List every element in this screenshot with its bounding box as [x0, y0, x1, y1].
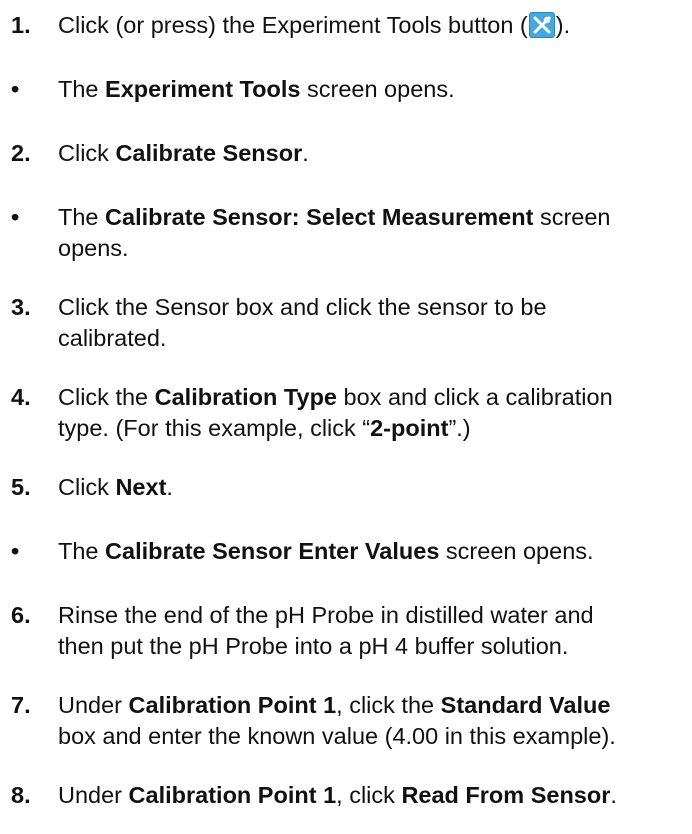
bullet: • — [11, 204, 20, 230]
step-number: 2. — [11, 140, 31, 166]
step-text-part: The — [58, 538, 106, 564]
control-name: Read From Sensor — [401, 782, 611, 808]
option-name: 2-point — [370, 415, 449, 441]
step-text-part: . — [610, 782, 617, 808]
step-text-part: Click the — [58, 384, 155, 410]
step-text-part: box and enter the known value (4.00 in t… — [58, 723, 616, 749]
screen-name: Experiment Tools — [105, 76, 301, 102]
step-text: Under Calibration Point 1, click the Sta… — [58, 690, 692, 752]
step-text: Click the Sensor box and click the senso… — [58, 292, 692, 354]
step-text-part: Click the Sensor box and click the senso… — [58, 294, 547, 320]
step-text-part: ”.) — [448, 415, 471, 441]
step-text-part: box and click a calibration — [337, 384, 613, 410]
screen-name: Calibrate Sensor: Select Measurement — [105, 204, 534, 230]
step-text-part: screen opens. — [300, 76, 455, 102]
step-text-part: Under — [58, 692, 129, 718]
step-number: 6. — [11, 602, 31, 628]
control-name: Calibrate Sensor — [115, 140, 303, 166]
step-text-part: . — [302, 140, 309, 166]
control-name: Next — [115, 474, 167, 500]
step-text-part: then put the pH Probe into a pH 4 buffer… — [58, 633, 569, 659]
step-text-part: ). — [555, 12, 571, 38]
step-text-part: Rinse the end of the pH Probe in distill… — [58, 602, 594, 628]
section-name: Calibration Point 1 — [128, 692, 337, 718]
step-text-part: calibrated. — [58, 325, 167, 351]
step-text: The Calibrate Sensor: Select Measurement… — [58, 202, 692, 264]
section-name: Calibration Point 1 — [128, 782, 337, 808]
step-text-part: , click the — [336, 692, 441, 718]
screen-name: Calibrate Sensor Enter Values — [105, 538, 440, 564]
bullet: • — [11, 76, 20, 102]
step-text: Click Calibrate Sensor. — [58, 138, 692, 169]
step-text-part: Click (or press) the Experiment Tools bu… — [58, 12, 528, 38]
step-text-part: The — [58, 204, 106, 230]
step-text-part: Click — [58, 474, 116, 500]
step-text-part: The — [58, 76, 106, 102]
step-number: 1. — [11, 12, 31, 38]
step-text: Click Next. — [58, 472, 692, 503]
step-text: Rinse the end of the pH Probe in distill… — [58, 600, 692, 662]
control-name: Calibration Type — [154, 384, 338, 410]
step-text-part: screen opens. — [439, 538, 594, 564]
experiment-tools-icon — [528, 12, 555, 38]
bullet: • — [11, 538, 20, 564]
step-number: 7. — [11, 692, 31, 718]
step-text: Under Calibration Point 1, click Read Fr… — [58, 780, 692, 811]
step-text-part: opens. — [58, 235, 129, 261]
step-number: 4. — [11, 384, 31, 410]
step-text-part: screen — [533, 204, 611, 230]
control-name: Standard Value — [440, 692, 611, 718]
step-text: The Experiment Tools screen opens. — [58, 74, 692, 105]
step-text: Click the Calibration Type box and click… — [58, 382, 692, 444]
step-text-part: type. (For this example, click “ — [58, 415, 371, 441]
step-number: 3. — [11, 294, 31, 320]
step-text-part: Click — [58, 140, 116, 166]
step-text: Click (or press) the Experiment Tools bu… — [58, 10, 692, 41]
step-text-part: Under — [58, 782, 129, 808]
step-text: The Calibrate Sensor Enter Values screen… — [58, 536, 692, 567]
step-text-part: , click — [336, 782, 402, 808]
step-number: 8. — [11, 782, 31, 808]
step-number: 5. — [11, 474, 31, 500]
step-text-part: . — [166, 474, 173, 500]
